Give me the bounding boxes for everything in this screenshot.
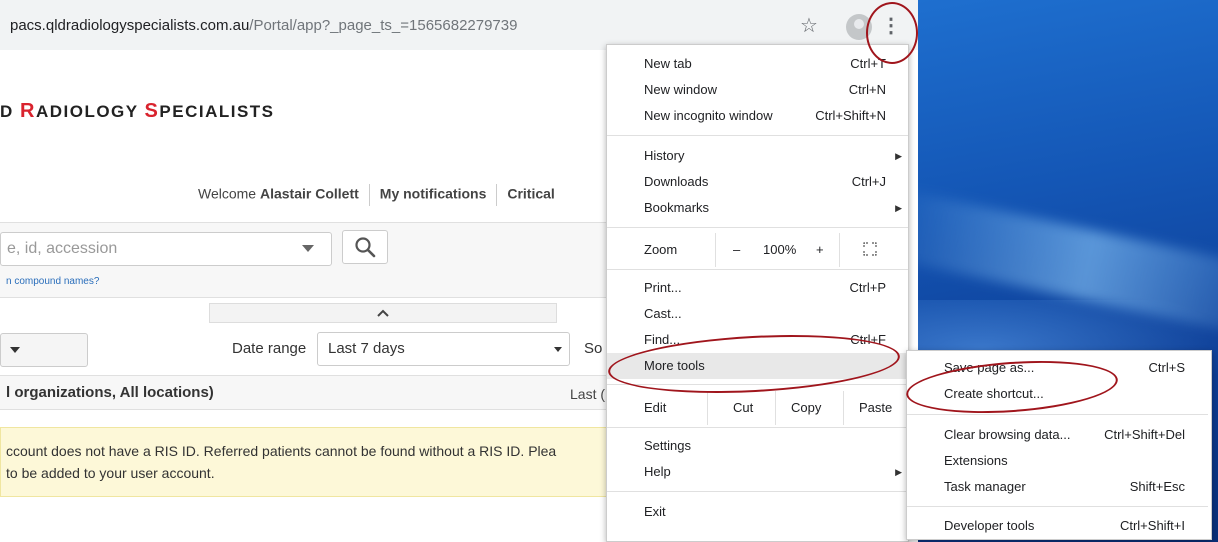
menu-item-new-tab[interactable]: New tab Ctrl+T: [607, 51, 908, 77]
menu-item-new-incognito[interactable]: New incognito window Ctrl+Shift+N: [607, 103, 908, 129]
menu-item-exit[interactable]: Exit: [607, 499, 908, 525]
notice-line: ccount does not have a RIS ID. Referred …: [6, 443, 557, 459]
search-icon: [355, 237, 376, 258]
zoom-out-button[interactable]: –: [733, 235, 740, 265]
date-range-label: Date range: [232, 340, 307, 357]
paste-button[interactable]: Paste: [859, 395, 892, 421]
chevron-down-icon[interactable]: [10, 347, 20, 353]
chevron-up-icon: [377, 309, 389, 317]
submenu-item-clear-data[interactable]: Clear browsing data... Ctrl+Shift+Del: [907, 422, 1211, 448]
zoom-level: 100%: [763, 242, 797, 257]
menu-item-help[interactable]: Help ▶: [607, 459, 908, 485]
chevron-right-icon: ▶: [895, 467, 902, 477]
chevron-down-icon[interactable]: [302, 245, 314, 252]
date-range-select[interactable]: Last 7 days: [317, 332, 570, 366]
last-label: Last (: [570, 386, 606, 402]
menu-item-print[interactable]: Print... Ctrl+P: [607, 275, 908, 301]
cut-button[interactable]: Cut: [733, 395, 753, 421]
menu-item-bookmarks[interactable]: Bookmarks ▶: [607, 195, 908, 221]
menu-item-history[interactable]: History ▶: [607, 143, 908, 169]
browser-menu: New tab Ctrl+T New window Ctrl+N New incog…: [606, 44, 909, 542]
url-path: /Portal/app?_page_ts_=1565682279739: [249, 17, 518, 34]
collapse-button[interactable]: [209, 303, 557, 323]
menu-item-settings[interactable]: Settings: [607, 433, 908, 459]
chevron-down-icon[interactable]: [554, 347, 562, 352]
menu-item-edit: Edit Cut Copy Paste: [607, 395, 908, 421]
site-logo: D RADIOLOGY SPECIALISTS: [0, 100, 275, 122]
organization-text: l organizations, All locations): [6, 384, 214, 401]
fullscreen-icon[interactable]: [863, 237, 877, 267]
url-host: pacs.qldradiologyspecialists.com.au: [10, 17, 250, 34]
ris-notice: [0, 427, 608, 497]
address-bar[interactable]: pacs.qldradiologyspecialists.com.au/Port…: [0, 10, 826, 42]
welcome-bar: Welcome Alastair Collett My notifications…: [198, 184, 555, 206]
welcome-prefix: Welcome: [198, 185, 257, 202]
sort-label: So: [584, 340, 603, 357]
copy-button[interactable]: Copy: [791, 395, 821, 421]
annotation-circle: [866, 2, 918, 64]
menu-item-new-window[interactable]: New window Ctrl+N: [607, 77, 908, 103]
search-hint-link[interactable]: n compound names?: [6, 276, 99, 287]
menu-item-downloads[interactable]: Downloads Ctrl+J: [607, 169, 908, 195]
notice-line: to be added to your user account.: [6, 465, 215, 481]
submenu-item-dev-tools[interactable]: Developer tools Ctrl+Shift+I: [907, 513, 1211, 539]
user-name: Alastair Collett: [259, 185, 359, 202]
submenu-item-extensions[interactable]: Extensions: [907, 448, 1211, 474]
menu-item-cast[interactable]: Cast...: [607, 301, 908, 327]
chevron-right-icon: ▶: [895, 151, 902, 161]
star-icon[interactable]: ☆: [800, 15, 818, 37]
chevron-right-icon: ▶: [895, 203, 902, 213]
notifications-link[interactable]: My notifications: [380, 186, 487, 202]
menu-item-zoom: Zoom – 100% +: [607, 235, 908, 265]
submenu-item-task-manager[interactable]: Task manager Shift+Esc: [907, 474, 1211, 500]
search-input[interactable]: e, id, accession: [0, 232, 332, 266]
search-button[interactable]: [342, 230, 388, 264]
critical-link[interactable]: Critical: [507, 186, 554, 202]
zoom-in-button[interactable]: +: [816, 235, 824, 265]
